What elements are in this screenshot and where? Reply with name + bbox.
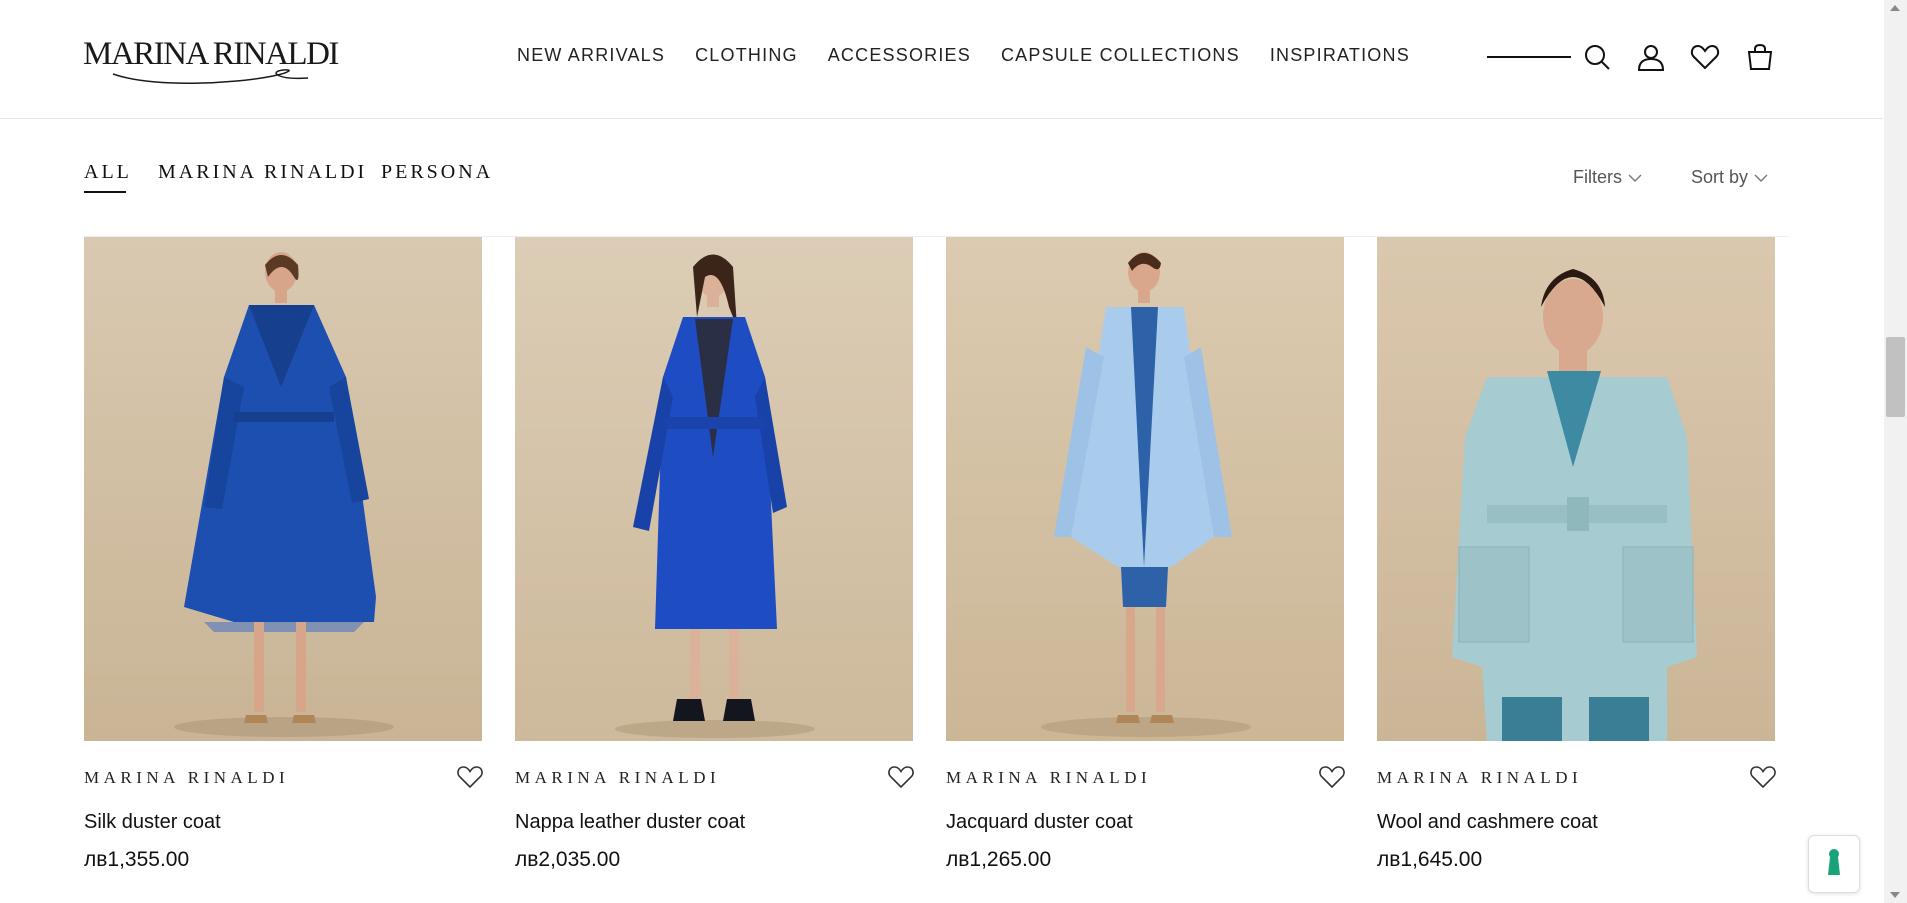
nav-inspirations[interactable]: INSPIRATIONS	[1270, 45, 1410, 66]
add-to-wishlist-icon[interactable]	[1318, 764, 1346, 790]
product-price: лв1,645.00	[1377, 848, 1483, 871]
nav-new-arrivals[interactable]: NEW ARRIVALS	[517, 45, 665, 66]
sort-label: Sort by	[1691, 167, 1749, 187]
brand-logo[interactable]: MARINA RINALDI	[83, 36, 339, 86]
product-price: лв2,035.00	[515, 848, 621, 871]
help-widget-button[interactable]	[1808, 835, 1860, 893]
product-brand: MARINA RINALDI	[946, 768, 1152, 787]
product-image[interactable]	[515, 237, 913, 741]
tab-marina-rinaldi[interactable]: MARINA RINALDI	[158, 161, 367, 184]
product-price: лв1,355.00	[84, 848, 190, 871]
search-icon[interactable]	[1582, 42, 1612, 72]
scrollbar-thumb[interactable]	[1886, 337, 1905, 417]
add-to-wishlist-icon[interactable]	[456, 764, 484, 790]
tab-persona[interactable]: PERSONA	[381, 161, 493, 184]
product-name[interactable]: Jacquard duster coat	[946, 811, 1133, 834]
wishlist-icon[interactable]	[1690, 42, 1720, 72]
nav-capsule-collections[interactable]: CAPSULE COLLECTIONS	[1001, 45, 1240, 66]
product-name[interactable]: Nappa leather duster coat	[515, 811, 745, 834]
scroll-up-arrow-icon[interactable]	[1890, 5, 1900, 11]
product-price: лв1,265.00	[946, 848, 1052, 871]
product-brand: MARINA RINALDI	[515, 768, 721, 787]
add-to-wishlist-icon[interactable]	[1749, 764, 1777, 790]
nav-clothing[interactable]: CLOTHING	[695, 45, 798, 66]
product-image[interactable]	[946, 237, 1344, 741]
shopping-bag-icon[interactable]	[1745, 42, 1775, 72]
main-nav: NEW ARRIVALS CLOTHING ACCESSORIES CAPSUL…	[517, 45, 1410, 66]
tab-all[interactable]: ALL	[84, 161, 132, 184]
site-header: MARINA RINALDI NEW ARRIVALS CLOTHING ACC…	[0, 0, 1883, 119]
chevron-down-icon	[1754, 174, 1768, 182]
product-brand: MARINA RINALDI	[1377, 768, 1583, 787]
product-image[interactable]	[1377, 237, 1775, 741]
sort-dropdown[interactable]: Sort by	[1691, 167, 1768, 188]
product-name[interactable]: Wool and cashmere coat	[1377, 811, 1598, 834]
filters-label: Filters	[1573, 167, 1622, 187]
add-to-wishlist-icon[interactable]	[887, 764, 915, 790]
scroll-down-arrow-icon[interactable]	[1890, 892, 1900, 898]
product-image[interactable]	[84, 237, 482, 741]
filters-dropdown[interactable]: Filters	[1573, 167, 1642, 188]
page-scrollbar[interactable]	[1884, 0, 1907, 903]
logo-swash	[112, 69, 309, 85]
account-icon[interactable]	[1636, 42, 1666, 72]
keyhole-icon	[1828, 849, 1840, 875]
product-name[interactable]: Silk duster coat	[84, 811, 221, 834]
nav-accessories[interactable]: ACCESSORIES	[828, 45, 971, 66]
active-tab-indicator	[84, 191, 126, 193]
chevron-down-icon	[1628, 174, 1642, 182]
search-input[interactable]	[1487, 56, 1571, 58]
product-brand: MARINA RINALDI	[84, 768, 290, 787]
